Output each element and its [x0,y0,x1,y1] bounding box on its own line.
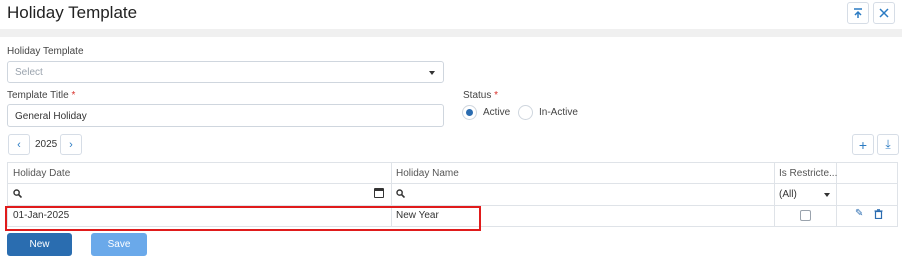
required-mark: * [71,90,76,101]
next-year-button[interactable]: › [60,134,82,155]
row-highlight-box [5,206,481,231]
status-inactive-label: In-Active [539,107,578,118]
status-active-radio[interactable] [462,105,477,120]
column-header-holiday-name[interactable]: Holiday Name [396,168,459,179]
plus-icon: + [858,136,868,153]
row-divider [8,183,897,184]
prev-year-button[interactable]: ‹ [8,134,30,155]
status-active-label: Active [483,107,511,118]
template-title-field[interactable]: General Holiday [7,104,444,127]
search-icon[interactable] [13,189,22,198]
chevron-down-icon [429,71,435,75]
restricted-filter[interactable]: (All) [779,189,797,200]
template-title-value: General Holiday [15,111,87,122]
download-icon: ⤓ [885,137,891,151]
download-button[interactable]: ⤓ [877,134,899,155]
is-restricted-checkbox[interactable] [800,210,811,221]
required-mark: * [494,90,499,101]
new-button[interactable]: New [7,233,72,256]
status-inactive-radio[interactable] [518,105,533,120]
chevron-left-icon: ‹ [17,138,21,151]
holiday-template-label: Holiday Template [7,46,84,57]
page-title: Holiday Template [7,3,138,22]
column-header-is-restricted[interactable]: Is Restricte... [779,168,837,179]
header-divider [0,29,902,37]
search-icon[interactable] [396,189,405,198]
collapse-up-icon [854,8,862,18]
save-button[interactable]: Save [91,233,147,256]
edit-icon[interactable]: ✎ [855,208,863,219]
holiday-template-placeholder: Select [15,67,43,78]
chevron-right-icon: › [69,138,73,151]
year-label: 2025 [35,139,58,150]
column-header-holiday-date[interactable]: Holiday Date [13,168,70,179]
add-button[interactable]: + [852,134,874,155]
delete-icon[interactable] [874,209,883,219]
calendar-icon[interactable] [374,188,384,198]
column-divider [774,163,775,226]
status-label: Status * [463,90,499,101]
close-icon [879,8,889,18]
close-button[interactable] [873,2,895,24]
collapse-button[interactable] [847,2,869,24]
template-title-label: Template Title * [7,90,76,101]
holiday-template-select[interactable]: Select [7,61,444,83]
chevron-down-icon[interactable] [824,193,830,197]
